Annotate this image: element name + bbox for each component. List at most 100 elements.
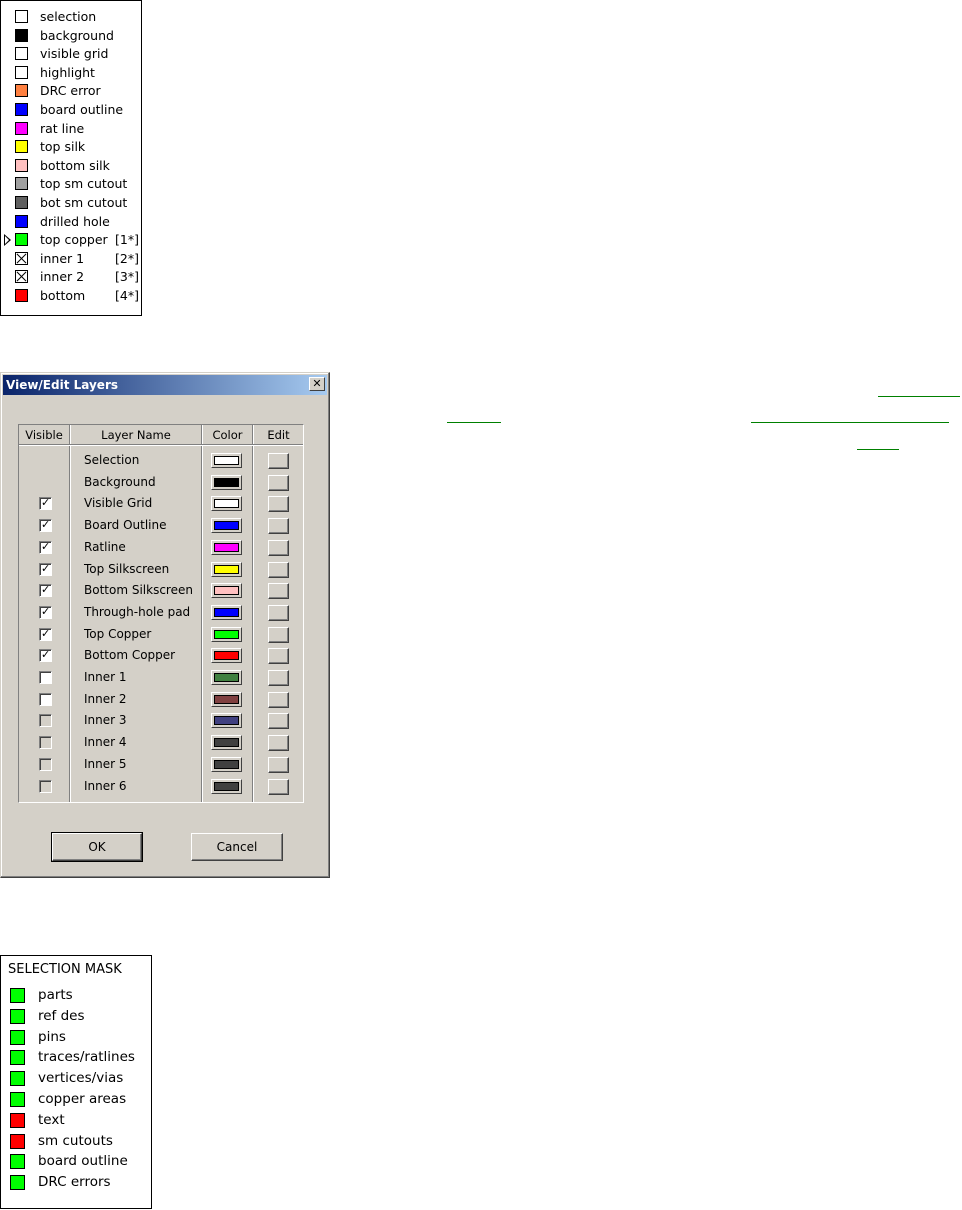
color-button[interactable] bbox=[211, 453, 242, 468]
edit-button[interactable] bbox=[268, 648, 289, 665]
color-button[interactable] bbox=[211, 518, 242, 534]
legend-item-label: board outline bbox=[40, 102, 124, 117]
legend-item-label: bot sm cutout bbox=[40, 195, 128, 210]
selection-mask-item[interactable]: pins bbox=[1, 1027, 151, 1048]
mask-toggle-swatch[interactable] bbox=[10, 1050, 25, 1066]
edit-button[interactable] bbox=[268, 518, 289, 535]
legend-item[interactable]: selection bbox=[1, 8, 141, 26]
edit-button[interactable] bbox=[268, 604, 289, 621]
selection-mask-item[interactable]: vertices/vias bbox=[1, 1068, 151, 1089]
legend-item[interactable]: visible grid bbox=[1, 45, 141, 63]
selection-mask-item[interactable]: traces/ratlines bbox=[1, 1047, 151, 1068]
color-button[interactable] bbox=[211, 539, 242, 555]
color-button[interactable] bbox=[211, 583, 242, 599]
edit-button[interactable] bbox=[268, 583, 289, 600]
legend-item[interactable]: drilled hole bbox=[1, 213, 141, 231]
cancel-button[interactable]: Cancel bbox=[191, 833, 283, 861]
visible-checkbox[interactable] bbox=[39, 692, 52, 706]
mask-toggle-swatch[interactable] bbox=[10, 1008, 25, 1024]
legend-item[interactable]: top silk bbox=[1, 138, 141, 156]
edit-button[interactable] bbox=[268, 561, 289, 578]
link-underline[interactable] bbox=[878, 396, 960, 397]
visible-checkbox[interactable]: ✓ bbox=[39, 540, 52, 554]
legend-item[interactable]: bot sm cutout bbox=[1, 194, 141, 212]
legend-item[interactable]: background bbox=[1, 27, 141, 45]
mask-toggle-swatch[interactable] bbox=[10, 1029, 25, 1045]
color-button[interactable] bbox=[211, 604, 242, 620]
link-underline[interactable] bbox=[857, 449, 899, 450]
close-button[interactable]: ✕ bbox=[309, 377, 325, 391]
selection-mask-item[interactable]: text bbox=[1, 1110, 151, 1131]
layer-row: ✓ Top Copper bbox=[19, 624, 305, 646]
visible-checkbox[interactable]: ✓ bbox=[39, 496, 52, 511]
link-underline[interactable] bbox=[447, 422, 501, 423]
selection-mask-item[interactable]: parts bbox=[1, 985, 151, 1006]
visible-checkbox[interactable]: ✓ bbox=[39, 583, 52, 598]
selection-mask-item[interactable]: sm cutouts bbox=[1, 1131, 151, 1152]
color-button[interactable] bbox=[211, 496, 242, 512]
visible-checkbox[interactable]: ✓ bbox=[39, 648, 52, 663]
mask-toggle-swatch[interactable] bbox=[10, 1071, 25, 1087]
legend-item[interactable]: bottom [4*] bbox=[1, 287, 141, 305]
color-swatch bbox=[214, 456, 239, 465]
selection-mask-item[interactable]: DRC errors bbox=[1, 1172, 151, 1193]
layer-name: Bottom Copper bbox=[84, 648, 176, 663]
visible-checkbox[interactable]: ✓ bbox=[39, 562, 52, 576]
legend-item-label: visible grid bbox=[40, 46, 109, 62]
color-button[interactable] bbox=[211, 626, 242, 642]
ok-button[interactable]: OK bbox=[51, 832, 143, 862]
legend-item[interactable]: inner 2 [3*] bbox=[1, 268, 141, 286]
edit-button[interactable] bbox=[268, 691, 289, 708]
legend-item[interactable]: top copper [1*] bbox=[1, 231, 141, 249]
color-button[interactable] bbox=[211, 691, 242, 707]
color-button[interactable] bbox=[211, 648, 242, 664]
color-swatch-icon bbox=[15, 121, 28, 135]
mask-toggle-swatch[interactable] bbox=[10, 1154, 25, 1170]
legend-item[interactable]: highlight bbox=[1, 64, 141, 82]
edit-button[interactable] bbox=[268, 735, 289, 752]
color-button[interactable] bbox=[211, 670, 242, 685]
legend-item-index: [2*] bbox=[115, 250, 139, 266]
color-button[interactable] bbox=[211, 778, 242, 794]
legend-item[interactable]: rat line bbox=[1, 120, 141, 138]
color-button[interactable] bbox=[211, 756, 242, 772]
mask-toggle-swatch[interactable] bbox=[10, 988, 25, 1003]
legend-item[interactable]: inner 1 [2*] bbox=[1, 250, 141, 268]
mask-toggle-swatch[interactable] bbox=[10, 1112, 25, 1128]
legend-item-index: [4*] bbox=[115, 288, 139, 303]
edit-button[interactable] bbox=[268, 778, 289, 795]
layer-name: Selection bbox=[84, 453, 140, 467]
edit-button[interactable] bbox=[268, 474, 289, 491]
color-button[interactable] bbox=[211, 713, 242, 729]
visible-checkbox[interactable]: ✓ bbox=[39, 605, 52, 619]
color-button[interactable] bbox=[211, 561, 242, 577]
legend-item[interactable]: top sm cutout bbox=[1, 175, 141, 193]
color-button[interactable] bbox=[211, 735, 242, 751]
visible-checkbox[interactable] bbox=[39, 671, 52, 684]
selection-mask-item[interactable]: copper areas bbox=[1, 1089, 151, 1110]
mask-toggle-swatch[interactable] bbox=[10, 1133, 25, 1149]
active-layer-arrow-icon bbox=[4, 234, 11, 247]
legend-item[interactable]: bottom silk bbox=[1, 157, 141, 175]
visible-checkbox[interactable]: ✓ bbox=[39, 518, 52, 533]
layer-name: Inner 6 bbox=[84, 778, 127, 793]
mask-toggle-swatch[interactable] bbox=[10, 1175, 25, 1191]
edit-button[interactable] bbox=[268, 539, 289, 556]
edit-button[interactable] bbox=[268, 453, 289, 469]
edit-button[interactable] bbox=[268, 713, 289, 730]
link-underline[interactable] bbox=[751, 422, 949, 423]
color-button[interactable] bbox=[211, 474, 242, 490]
legend-item-label: highlight bbox=[40, 64, 95, 80]
edit-button[interactable] bbox=[268, 756, 289, 773]
checkmark-icon: ✓ bbox=[41, 518, 51, 532]
selection-mask-item[interactable]: board outline bbox=[1, 1151, 151, 1172]
mask-toggle-swatch[interactable] bbox=[10, 1092, 25, 1107]
edit-button[interactable] bbox=[268, 496, 289, 513]
visible-checkbox[interactable]: ✓ bbox=[39, 627, 52, 641]
legend-item[interactable]: board outline bbox=[1, 101, 141, 119]
edit-button[interactable] bbox=[268, 670, 289, 686]
legend-item[interactable]: DRC error bbox=[1, 82, 141, 100]
selection-mask-item[interactable]: ref des bbox=[1, 1006, 151, 1027]
edit-button[interactable] bbox=[268, 626, 289, 643]
selection-mask-label: copper areas bbox=[38, 1091, 127, 1107]
